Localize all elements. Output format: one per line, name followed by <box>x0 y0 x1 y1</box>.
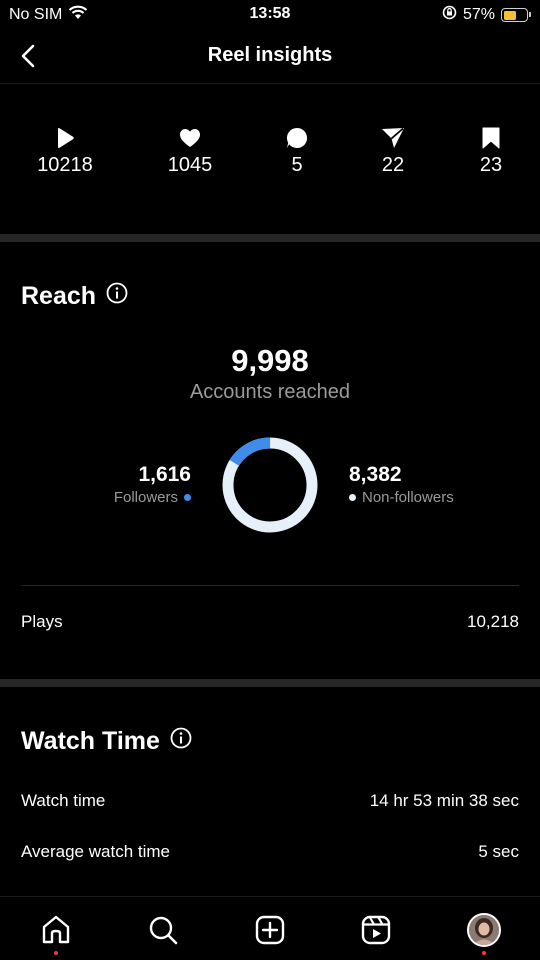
metrics-row: 10218 1045 5 22 23 <box>0 84 540 234</box>
nav-bar: Reel insights <box>0 30 540 84</box>
followers-legend: Followers <box>114 489 191 506</box>
metric-value: 22 <box>381 154 405 176</box>
page-title: Reel insights <box>207 44 333 66</box>
info-icon[interactable] <box>170 727 192 756</box>
metric-plays: 10218 <box>15 126 115 177</box>
followers-dot <box>184 494 191 501</box>
watch-time-header: Watch Time <box>21 727 192 756</box>
status-bar: No SIM 13:58 57% <box>0 0 540 30</box>
tab-profile[interactable] <box>467 913 501 947</box>
followers-ring <box>222 437 318 533</box>
reach-title: Reach <box>21 282 97 310</box>
home-notification-dot <box>54 951 58 955</box>
accounts-reached-value: 9,998 <box>231 343 309 378</box>
new-post-icon <box>255 915 285 945</box>
battery-icon <box>501 8 531 22</box>
profile-notification-dot <box>482 951 486 955</box>
metric-value: 10218 <box>37 154 93 176</box>
battery-level <box>503 10 517 20</box>
profile-avatar[interactable] <box>467 913 501 947</box>
average-watch-time-label: Average watch time <box>21 842 170 861</box>
tab-home[interactable] <box>39 913 73 947</box>
watch-time-label: Watch time <box>21 791 106 810</box>
plays-value: 10,218 <box>467 612 519 631</box>
metric-value: 5 <box>291 154 303 176</box>
metric-comments: 5 <box>247 126 347 177</box>
plays-label: Plays <box>21 612 63 631</box>
followers-label: Followers <box>113 489 178 506</box>
metric-shares: 22 <box>343 126 443 177</box>
search-icon <box>149 916 178 945</box>
info-icon[interactable] <box>106 282 128 311</box>
metric-value: 23 <box>479 154 503 176</box>
tab-search[interactable] <box>146 913 180 947</box>
metric-saves: 23 <box>441 126 540 177</box>
non-followers-value: 8,382 <box>349 463 402 486</box>
home-icon <box>42 915 70 944</box>
non-followers-dot <box>349 494 356 501</box>
heart-icon <box>140 126 240 150</box>
non-followers-label: Non-followers <box>362 489 454 506</box>
section-divider <box>0 234 540 242</box>
comment-icon <box>247 126 347 150</box>
watch-time-title: Watch Time <box>21 727 160 755</box>
accounts-reached-label: Accounts reached <box>189 381 351 403</box>
play-icon <box>15 126 115 150</box>
status-right: 57% <box>442 5 531 25</box>
non-followers-legend: Non-followers <box>349 489 454 506</box>
share-icon <box>343 126 443 150</box>
bottom-tab-bar <box>0 896 540 960</box>
average-watch-time-value: 5 sec <box>478 842 519 861</box>
metric-value: 1045 <box>167 154 213 176</box>
reels-icon <box>361 915 391 945</box>
reach-header: Reach <box>21 282 128 311</box>
bookmark-icon <box>441 126 540 150</box>
section-divider <box>0 679 540 687</box>
tab-new-post[interactable] <box>253 913 287 947</box>
reach-donut-chart <box>222 437 318 533</box>
row-divider <box>21 585 519 586</box>
tab-reels[interactable] <box>359 913 393 947</box>
battery-percent: 57% <box>462 6 495 23</box>
followers-value: 1,616 <box>138 463 191 486</box>
watch-time-value: 14 hr 53 min 38 sec <box>369 791 519 810</box>
orientation-lock-icon <box>442 5 457 25</box>
metric-likes: 1045 <box>140 126 240 177</box>
